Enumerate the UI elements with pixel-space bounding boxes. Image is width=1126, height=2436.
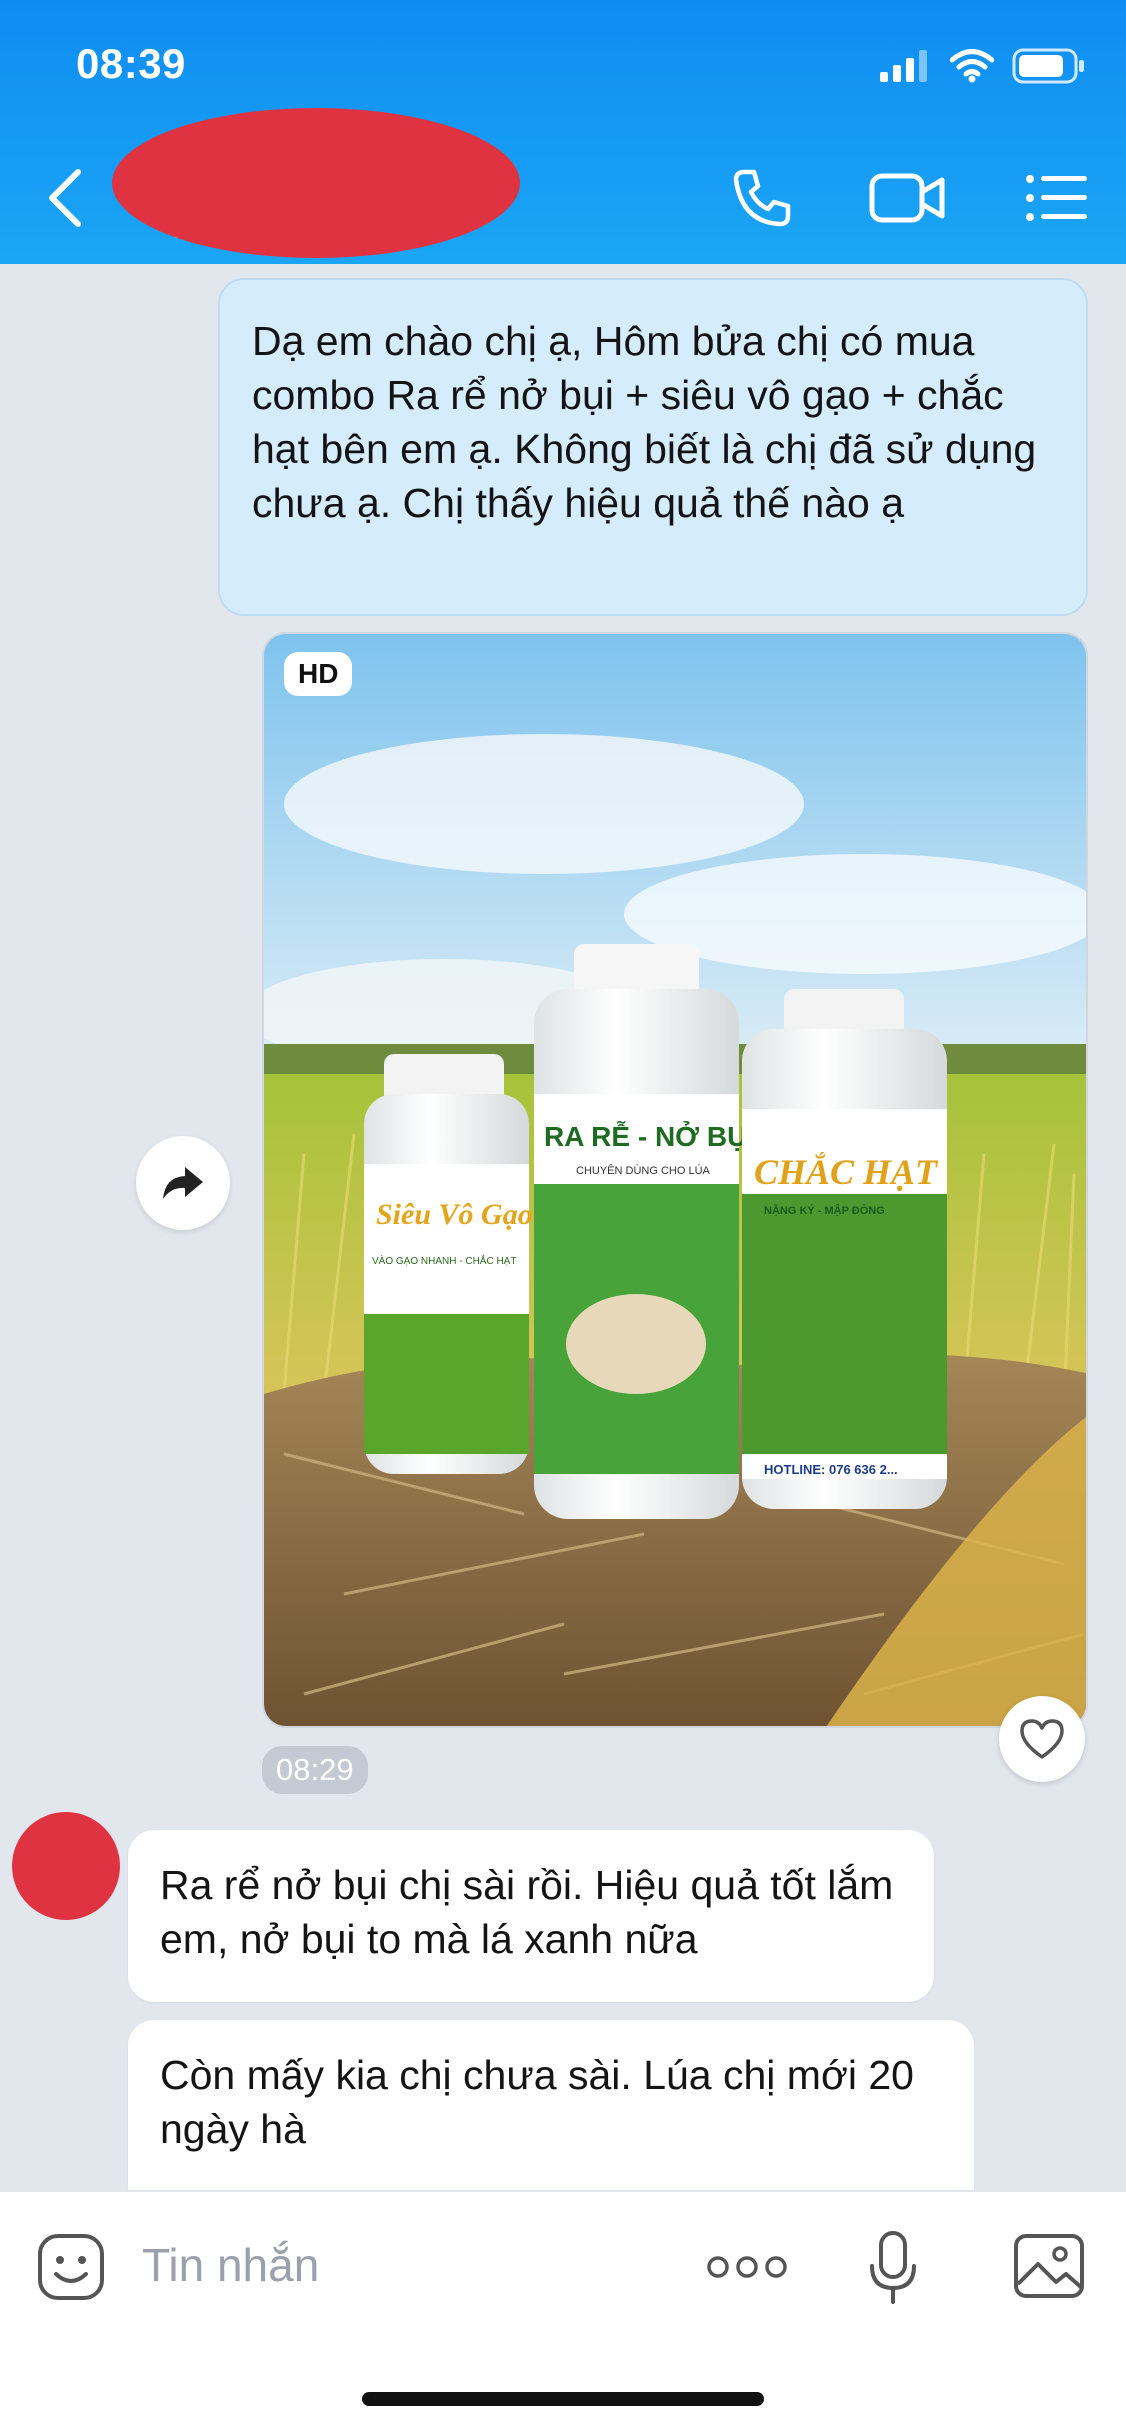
wifi-icon [950,49,994,83]
home-indicator [362,2392,764,2406]
menu-button[interactable] [1022,160,1092,236]
mic-icon [870,2231,916,2304]
product-sub-2: CHUYÊN DÙNG CHO LÚA [576,1164,711,1177]
chat-header: 08:39 Vừa t [0,0,1126,264]
video-call-button[interactable] [868,160,948,236]
gallery-icon [1014,2234,1084,2298]
call-button[interactable] [722,160,802,236]
hd-badge: HD [284,652,353,696]
video-icon [869,173,945,223]
more-button[interactable] [706,2254,788,2285]
phone-icon [733,169,791,227]
incoming-message[interactable]: Ra rể nở bụi chị sài rồi. Hiệu quả tốt l… [128,1830,934,2002]
signal-icon [880,50,927,82]
product-label-1: Siêu Vô Gạo [376,1198,533,1231]
back-button[interactable] [38,160,94,236]
product-label-2: RA RỄ - NỞ BỤI [544,1120,755,1152]
outgoing-message[interactable]: Dạ em chào chị ạ, Hôm bửa chị có mua com… [218,278,1088,616]
photo-timestamp: 08:29 [262,1746,368,1794]
gallery-button[interactable] [1012,2232,1086,2305]
more-icon [707,2256,787,2278]
photo-message[interactable]: Siêu Vô Gạo VÀO GẠO NHANH - CHẮC HẠT RA … [262,632,1088,1728]
heart-icon [1020,1719,1064,1759]
forward-button[interactable] [136,1136,230,1230]
sticker-button[interactable] [36,2232,106,2307]
battery-icon [1012,48,1084,84]
product-hotline: HOTLINE: 076 636 2... [764,1462,898,1477]
sticker-icon [38,2234,104,2300]
message-input[interactable]: Tin nhắn [142,2238,319,2292]
contact-name-redacted[interactable] [112,108,520,258]
back-icon [49,169,81,227]
menu-icon [1026,175,1087,221]
status-icons [880,48,1086,84]
product-photo: Siêu Vô Gạo VÀO GẠO NHANH - CHẮC HẠT RA … [264,634,1086,1726]
status-time: 08:39 [76,40,186,87]
product-label-3: CHẮC HẠT [754,1152,939,1192]
product-sub-3: NẶNG KÝ - MẬP ĐÒNG [764,1204,885,1217]
product-sub-1: VÀO GẠO NHANH - CHẮC HẠT [372,1254,516,1267]
react-button[interactable] [999,1696,1085,1782]
voice-button[interactable] [868,2230,918,2311]
contact-avatar[interactable] [12,1812,120,1920]
share-icon [163,1167,203,1199]
